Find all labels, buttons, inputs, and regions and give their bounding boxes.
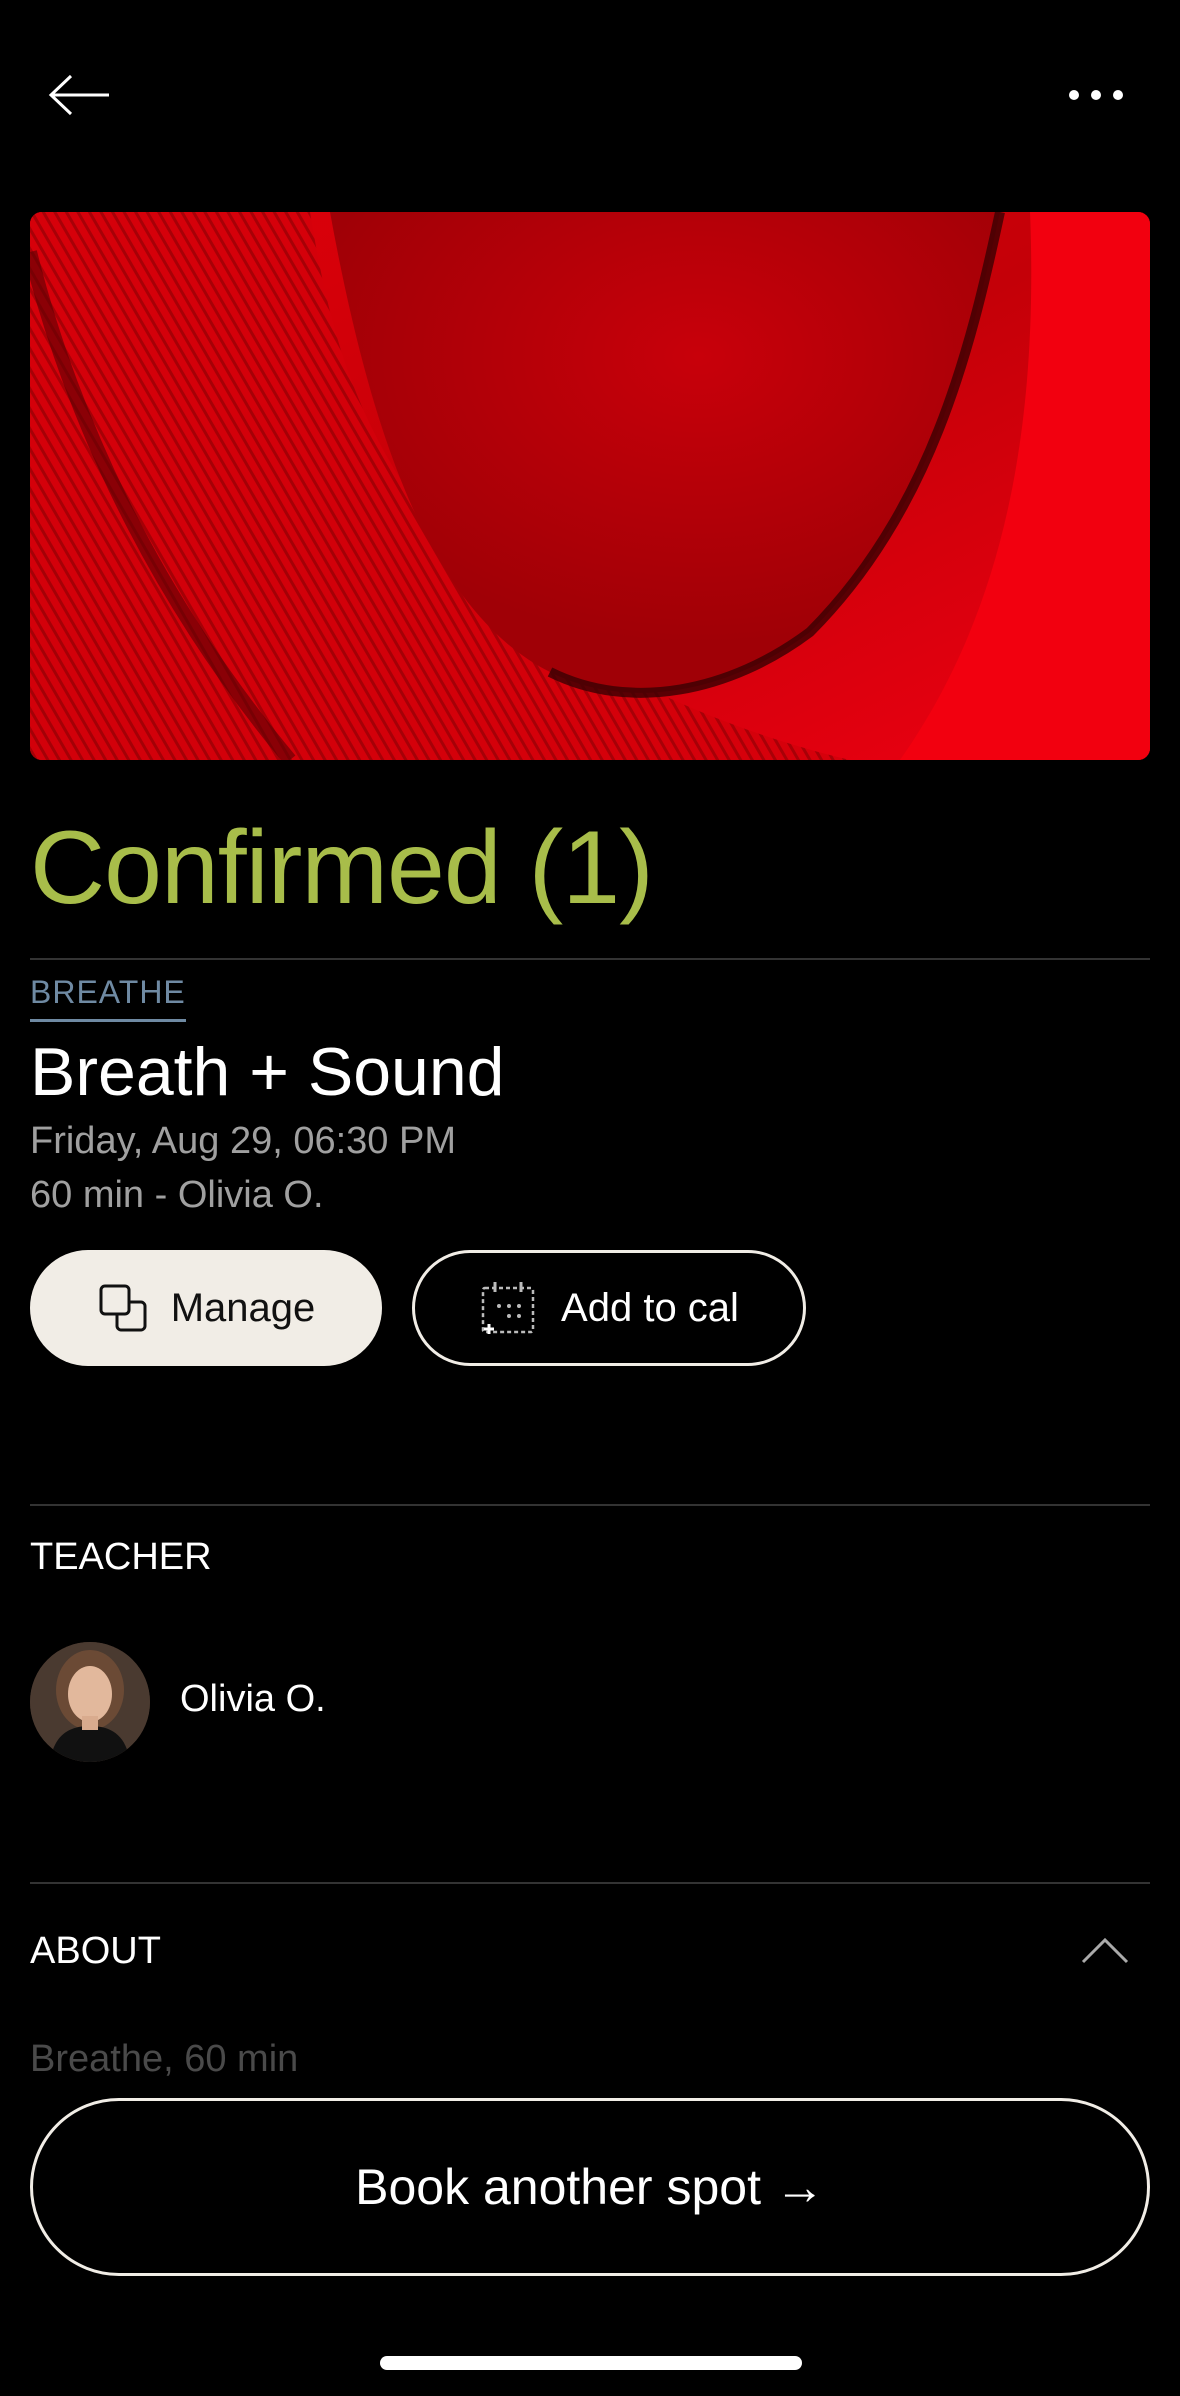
divider xyxy=(30,1882,1150,1884)
divider xyxy=(30,958,1150,960)
class-hero-image xyxy=(30,212,1150,760)
more-options-button[interactable] xyxy=(1056,70,1136,120)
back-button[interactable] xyxy=(44,60,114,130)
more-horizontal-icon xyxy=(1069,90,1123,100)
class-duration-teacher: 60 min - Olivia O. xyxy=(30,1174,324,1216)
calendar-add-icon xyxy=(481,1282,535,1334)
arrow-left-icon xyxy=(48,74,109,116)
add-to-calendar-button[interactable]: Add to cal xyxy=(412,1250,806,1366)
class-category-link[interactable]: BREATHE xyxy=(30,974,186,1022)
divider xyxy=(30,1504,1150,1506)
chevron-up-icon xyxy=(1081,1937,1129,1964)
class-datetime: Friday, Aug 29, 06:30 PM xyxy=(30,1120,456,1162)
book-another-spot-button[interactable]: Book another spot → xyxy=(30,2098,1150,2276)
manage-icon xyxy=(99,1284,147,1332)
red-ribbed-fabric-photo xyxy=(30,212,1150,760)
teacher-avatar[interactable] xyxy=(30,1642,150,1762)
manage-button-label: Manage xyxy=(170,1285,316,1330)
booking-status-heading: Confirmed (1) xyxy=(30,810,654,926)
about-toggle-button[interactable] xyxy=(1080,1930,1130,1970)
class-title: Breath + Sound xyxy=(30,1034,505,1110)
about-section-title[interactable]: ABOUT xyxy=(30,1930,161,1973)
add-to-calendar-label: Add to cal xyxy=(561,1285,739,1330)
manage-button[interactable]: Manage xyxy=(30,1250,382,1366)
teacher-section-title: TEACHER xyxy=(30,1536,212,1578)
home-indicator xyxy=(380,2356,802,2370)
teacher-photo xyxy=(30,1642,150,1762)
teacher-name[interactable]: Olivia O. xyxy=(180,1678,326,1721)
about-description: Breathe, 60 min xyxy=(30,2038,299,2080)
book-another-spot-label: Book another spot → xyxy=(355,2159,825,2215)
top-bar xyxy=(0,0,1180,190)
